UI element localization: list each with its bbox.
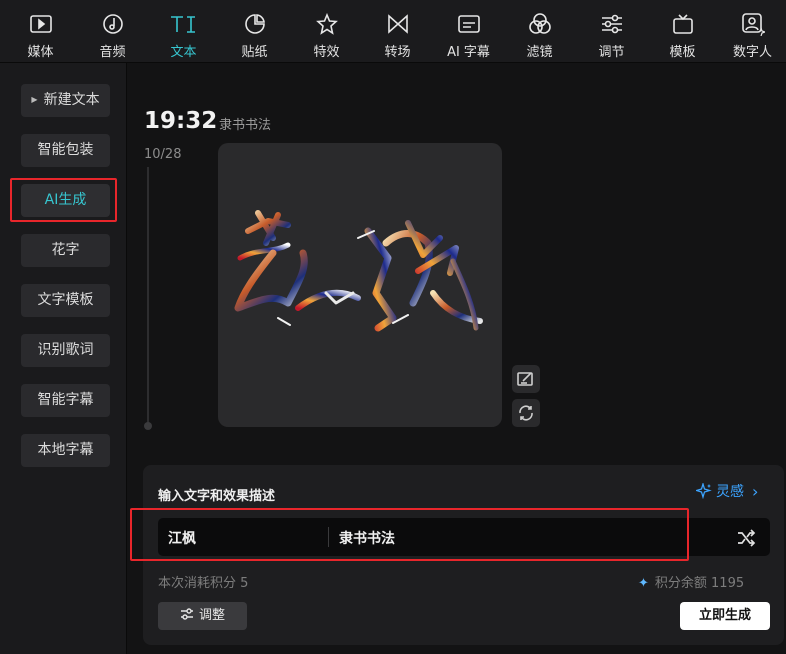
result-time: 19:32 xyxy=(144,108,218,134)
tab-label: 特效 xyxy=(313,45,340,60)
adjust-label: 调整 xyxy=(198,608,225,623)
sidebar-item-smart-package[interactable]: 智能包装 xyxy=(21,134,110,167)
audio-icon xyxy=(77,12,148,36)
tab-sticker[interactable]: 贴纸 xyxy=(219,0,290,62)
edit-icon[interactable] xyxy=(512,365,540,393)
media-icon xyxy=(5,12,76,36)
cost-text: 本次消耗积分 5 xyxy=(158,576,249,591)
generate-button[interactable]: 立即生成 xyxy=(680,602,770,630)
tab-label: 模板 xyxy=(669,45,696,60)
adjust-icon xyxy=(576,12,647,36)
tab-label: 调节 xyxy=(598,45,625,60)
tab-audio[interactable]: 音频 xyxy=(77,0,148,62)
filter-icon xyxy=(504,12,575,36)
tab-ai-caption[interactable]: AI 字幕 xyxy=(433,0,504,62)
sidebar-item-label: AI生成 xyxy=(44,192,87,208)
result-style: 隶书书法 xyxy=(219,118,272,133)
refresh-icon[interactable] xyxy=(512,399,540,427)
text-input-field[interactable]: 江枫 xyxy=(168,528,196,548)
sidebar-item-smart-caption[interactable]: 智能字幕 xyxy=(21,384,110,417)
tab-media[interactable]: 媒体 xyxy=(5,0,76,62)
star-icon: ✦ xyxy=(638,576,649,591)
text-icon xyxy=(148,12,219,36)
caret-right-icon: ▶ xyxy=(31,95,38,104)
tab-label: 音频 xyxy=(99,45,126,60)
sidebar-item-lyrics[interactable]: 识别歌词 xyxy=(21,334,110,367)
inspiration-link[interactable]: 灵感 › xyxy=(696,481,758,501)
generated-preview[interactable] xyxy=(218,143,502,427)
adjust-button[interactable]: 调整 xyxy=(158,602,247,630)
calligraphy-artwork-image xyxy=(234,210,483,332)
tab-text[interactable]: 文本 xyxy=(148,0,219,62)
digital-human-icon xyxy=(717,12,786,36)
sparkle-icon xyxy=(696,483,712,499)
transition-icon xyxy=(362,12,433,36)
panel-title: 输入文字和效果描述 xyxy=(158,489,276,504)
sidebar-item-ai-generate[interactable]: AI生成 xyxy=(21,184,110,217)
balance-label: 积分余额 1195 xyxy=(654,576,745,591)
sidebar-item-label: 智能字幕 xyxy=(37,392,94,408)
sidebar-item-text-template[interactable]: 文字模板 xyxy=(21,284,110,317)
tab-digital-human[interactable]: 数字人 xyxy=(717,0,786,62)
sidebar-item-fancy-text[interactable]: 花字 xyxy=(21,234,110,267)
chevron-right-icon: › xyxy=(752,481,759,501)
tab-template[interactable]: 模板 xyxy=(647,0,718,62)
top-toolbar: 媒体 音频 文本 贴纸 特效 转场 AI 字幕 滤镜 调节 模板 数字人 xyxy=(0,0,786,63)
shuffle-icon[interactable] xyxy=(736,529,756,551)
tab-label: 滤镜 xyxy=(526,45,553,60)
sidebar-item-label: 本地字幕 xyxy=(37,442,94,458)
inspiration-label: 灵感 xyxy=(716,484,744,500)
tab-transition[interactable]: 转场 xyxy=(362,0,433,62)
tab-label: 媒体 xyxy=(27,45,54,60)
sidebar-item-new-text[interactable]: ▶ 新建文本 xyxy=(21,84,110,117)
sliders-icon xyxy=(180,608,193,620)
history-scroll-track[interactable] xyxy=(147,167,149,425)
tab-effects[interactable]: 特效 xyxy=(291,0,362,62)
input-divider xyxy=(328,527,329,547)
sidebar-item-label: 新建文本 xyxy=(43,92,100,108)
template-icon xyxy=(647,12,718,36)
tab-label: 数字人 xyxy=(732,45,772,60)
effects-icon xyxy=(291,12,362,36)
history-scroll-handle[interactable] xyxy=(144,422,152,430)
tab-label: AI 字幕 xyxy=(447,45,490,60)
balance-text: ✦ 积分余额 1195 xyxy=(638,572,744,591)
tab-label: 贴纸 xyxy=(241,45,268,60)
sticker-icon xyxy=(219,12,290,36)
prompt-input-bar[interactable] xyxy=(158,518,770,556)
ai-caption-icon xyxy=(433,12,504,36)
sidebar-item-label: 识别歌词 xyxy=(37,342,94,358)
sidebar-item-local-caption[interactable]: 本地字幕 xyxy=(21,434,110,467)
tab-label: 文本 xyxy=(170,45,197,60)
tab-filter[interactable]: 滤镜 xyxy=(504,0,575,62)
result-count: 10/28 xyxy=(144,147,182,162)
sidebar-item-label: 花字 xyxy=(51,242,80,258)
tab-adjust[interactable]: 调节 xyxy=(576,0,647,62)
sidebar-item-label: 文字模板 xyxy=(37,292,94,308)
sidebar-item-label: 智能包装 xyxy=(37,142,94,158)
style-input-field[interactable]: 隶书书法 xyxy=(339,528,395,548)
tab-label: 转场 xyxy=(384,45,411,60)
